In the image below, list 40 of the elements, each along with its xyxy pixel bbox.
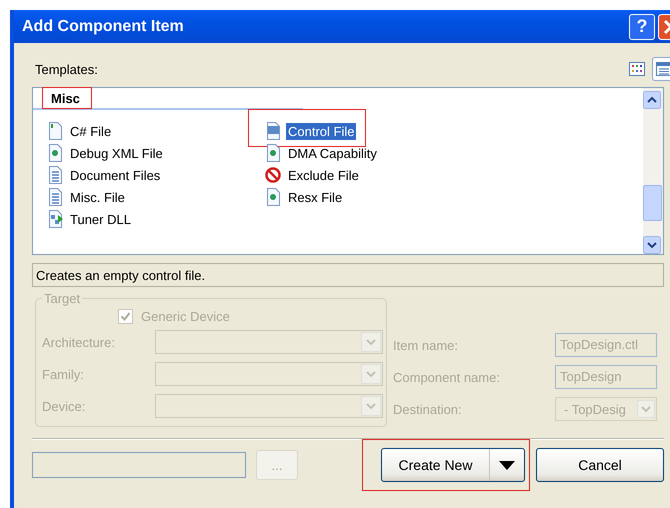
file-icon [265,122,281,140]
template-item[interactable]: Tuner DLL [68,210,133,228]
component-file-icon [47,210,63,228]
field-label: Architecture: [42,334,116,350]
help-button[interactable]: ? [629,14,655,40]
template-item[interactable]: Debug XML File [68,144,165,162]
cancel-button[interactable]: Cancel [536,448,664,482]
field-label: Destination: [393,402,463,416]
prohibited-icon [265,166,281,184]
window-title: Add Component Item [22,18,185,36]
file-icon [265,188,281,206]
template-item[interactable]: Resx File [286,188,344,206]
template-item[interactable]: DMA Capability [286,144,379,162]
path-field[interactable] [32,452,246,478]
file-icon [47,144,63,162]
caret-icon[interactable] [499,460,515,470]
field-label: Component name: [393,370,501,384]
checkbox-label: Generic Device [141,308,230,324]
field-label: Device: [42,398,86,414]
group-title: Target [43,291,82,306]
scroll-down-icon[interactable] [643,236,661,254]
field-label: Family: [42,366,85,382]
list-view-button[interactable] [652,57,670,81]
field-label: Item name: [393,338,460,352]
template-item[interactable]: Misc. File [68,188,127,206]
templates-label: Templates: [34,62,99,76]
scroll-thumb[interactable] [643,185,662,221]
template-item[interactable]: Exclude File [286,166,361,184]
template-item[interactable]: Control File [286,122,356,140]
description-text: Creates an empty control file. [32,263,664,287]
template-item[interactable]: C# File [68,122,114,140]
template-item[interactable]: Document Files [68,166,162,184]
scroll-up-icon[interactable] [643,91,661,109]
category-header: Misc [45,90,86,106]
document-icon [47,166,63,184]
create-new-button[interactable]: Create New [381,448,525,482]
document-icon [47,188,63,206]
file-icon [47,122,63,140]
scrollbar[interactable] [643,88,663,254]
file-icon [265,144,281,162]
